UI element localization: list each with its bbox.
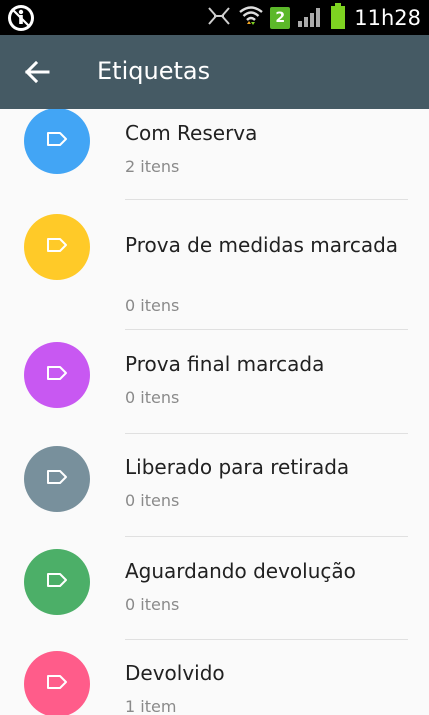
list-item[interactable]: Prova final marcada 0 itens [0, 330, 429, 434]
label-count: 0 itens [125, 388, 180, 407]
label-count: 0 itens [125, 595, 180, 614]
label-name: Prova final marcada [125, 352, 325, 376]
label-name: Com Reserva [125, 121, 258, 145]
signal-icon [296, 4, 324, 32]
label-name: Aguardando devolução [125, 559, 356, 583]
sim-badge: 2 [270, 6, 291, 29]
app-bar: Etiquetas [0, 35, 429, 109]
label-avatar [24, 342, 90, 408]
label-icon [45, 364, 69, 386]
wifi-icon [238, 4, 264, 32]
label-avatar [24, 446, 90, 512]
label-count: 0 itens [125, 296, 180, 315]
accessibility-icon [6, 3, 36, 37]
list-item[interactable]: Devolvido 1 item [0, 640, 429, 715]
label-count: 1 item [125, 697, 177, 715]
label-avatar [24, 214, 90, 280]
label-name: Liberado para retirada [125, 455, 350, 479]
label-list: Com Reserva 2 itens Prova de medidas mar… [0, 109, 429, 715]
label-icon [45, 468, 69, 490]
label-count: 2 itens [125, 157, 180, 176]
label-icon [45, 130, 69, 152]
arrow-back-icon[interactable] [22, 57, 52, 87]
battery-icon [330, 2, 346, 33]
label-icon [45, 673, 69, 695]
mute-icon [206, 5, 232, 31]
list-item[interactable]: Prova de medidas marcada 0 itens [0, 200, 429, 330]
label-avatar [24, 651, 90, 715]
label-name: Prova de medidas marcada [125, 233, 399, 257]
list-item[interactable]: Liberado para retirada 0 itens [0, 434, 429, 537]
status-time: 11h28 [354, 5, 421, 30]
list-item[interactable]: Aguardando devolução 0 itens [0, 537, 429, 640]
list-item[interactable]: Com Reserva 2 itens [0, 109, 429, 200]
label-icon [45, 236, 69, 258]
label-avatar [24, 109, 90, 174]
status-bar: 2 11h28 [0, 0, 429, 35]
label-avatar [24, 549, 90, 615]
page-title: Etiquetas [97, 57, 211, 85]
label-icon [45, 571, 69, 593]
label-count: 0 itens [125, 491, 180, 510]
label-name: Devolvido [125, 661, 225, 685]
